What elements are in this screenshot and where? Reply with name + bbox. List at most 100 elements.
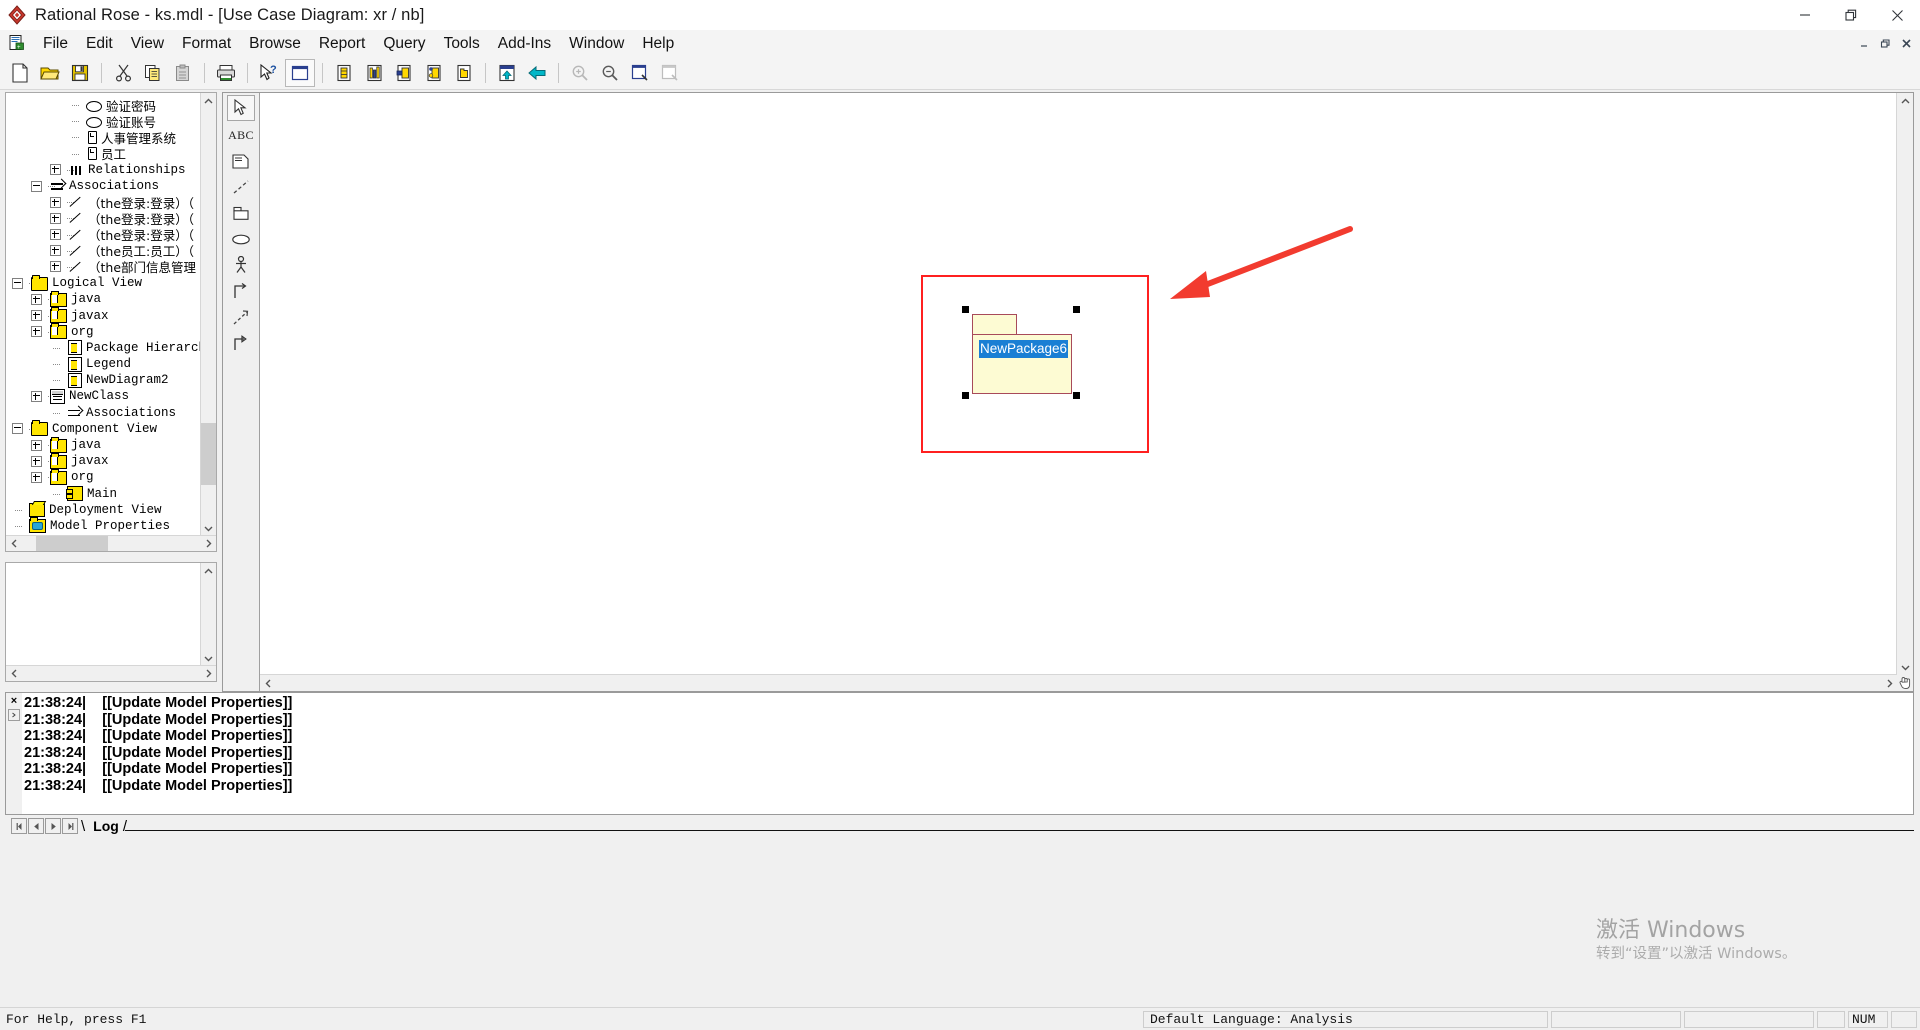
selection-handle-bottom-left[interactable] [962, 392, 969, 399]
selection-handle-top-right[interactable] [1073, 306, 1080, 313]
tree-expand-toggle[interactable] [50, 164, 61, 176]
doc-horizontal-scrollbar[interactable] [6, 665, 216, 681]
tree-item[interactable]: org [6, 323, 202, 340]
model-icon[interactable]: + [8, 34, 28, 54]
chevron-up-icon[interactable] [201, 93, 216, 109]
menu-item-browse[interactable]: Browse [240, 33, 310, 55]
canvas-horizontal-scrollbar[interactable] [260, 674, 1897, 691]
tree-item[interactable]: Component View [6, 420, 202, 437]
tree-expand-toggle[interactable] [31, 439, 42, 451]
tree-expand-toggle[interactable] [31, 471, 42, 483]
tree-item[interactable]: 验证账号 [6, 113, 202, 130]
undo-fit-icon[interactable] [656, 60, 684, 86]
tree-item[interactable]: Associations [6, 405, 202, 421]
chevron-right-icon[interactable] [1881, 675, 1897, 691]
tree-expand-toggle[interactable] [31, 310, 42, 322]
package-tool[interactable] [228, 201, 254, 225]
chevron-down-icon[interactable] [201, 650, 216, 666]
usecase-tool[interactable] [228, 227, 254, 251]
tree-expand-toggle[interactable] [50, 196, 61, 208]
package-name-edit-field[interactable]: NewPackage6 [979, 340, 1069, 358]
first-record-button[interactable] [11, 818, 27, 834]
tree-item[interactable]: （the登录:登录）（ [6, 194, 202, 211]
mdi-close-button[interactable] [1896, 33, 1916, 53]
last-record-button[interactable] [62, 818, 78, 834]
menu-item-file[interactable]: File [34, 33, 77, 55]
tree-collapse-toggle[interactable] [12, 423, 23, 435]
browser-hscroll-thumb[interactable] [36, 536, 108, 551]
tree-item[interactable]: Main [6, 486, 202, 502]
back-arrow-icon[interactable] [523, 60, 551, 86]
tree-expand-toggle[interactable] [50, 229, 61, 241]
copy-icon[interactable] [139, 60, 167, 86]
browse-parent-icon[interactable] [493, 60, 521, 86]
zoom-out-icon[interactable] [596, 60, 624, 86]
tree-expand-toggle[interactable] [50, 261, 61, 273]
save-model-icon[interactable] [66, 60, 94, 86]
close-button[interactable] [1874, 0, 1920, 30]
tree-item[interactable]: Deployment View [6, 502, 202, 518]
menu-item-format[interactable]: Format [173, 33, 240, 55]
tree-item[interactable]: （the登录:登录）（ [6, 210, 202, 227]
chevron-down-icon[interactable] [201, 520, 216, 536]
mdi-minimize-button[interactable] [1854, 33, 1874, 53]
tree-item[interactable]: （the部门信息管理 [6, 259, 202, 275]
tree-item[interactable]: NewDiagram2 [6, 372, 202, 388]
chevron-right-icon[interactable] [200, 536, 216, 551]
generalization-tool[interactable] [228, 331, 254, 355]
fit-in-window-icon[interactable] [626, 60, 654, 86]
tree-item[interactable]: javax [6, 452, 202, 469]
tree-expand-toggle[interactable] [31, 293, 42, 305]
next-record-button[interactable] [45, 818, 61, 834]
menu-item-query[interactable]: Query [374, 33, 434, 55]
menu-item-tools[interactable]: Tools [435, 33, 489, 55]
chevron-left-icon[interactable] [6, 536, 22, 551]
documentation-pane[interactable] [5, 562, 217, 682]
tree-item[interactable]: Relationships [6, 162, 202, 178]
expand-icon[interactable] [8, 709, 20, 721]
diagram-toolbar-icon[interactable] [360, 60, 388, 86]
tree-item[interactable]: Model Properties [6, 517, 202, 534]
tree-item[interactable]: （the登录:登录）（ [6, 227, 202, 243]
mdi-restore-button[interactable] [1875, 33, 1895, 53]
zoom-in-icon[interactable] [566, 60, 594, 86]
tree-item[interactable]: java [6, 290, 202, 307]
canvas-vertical-scrollbar[interactable] [1896, 93, 1913, 675]
tree-item[interactable]: Logical View [6, 274, 202, 291]
tree-item[interactable]: Associations [6, 178, 202, 194]
tree-item[interactable]: javax [6, 307, 202, 324]
chevron-down-icon[interactable] [1897, 659, 1913, 675]
context-help-icon[interactable]: ? [255, 60, 283, 86]
tree-item[interactable]: 员工 [6, 146, 202, 162]
tree-expand-toggle[interactable] [31, 390, 42, 402]
actor-tool[interactable] [228, 253, 254, 277]
tree-item[interactable]: 人事管理系统 [6, 129, 202, 146]
paste-icon[interactable] [169, 60, 197, 86]
anchor-note-tool[interactable] [228, 175, 254, 199]
tree-expand-toggle[interactable] [50, 212, 61, 224]
dependency-tool[interactable] [228, 305, 254, 329]
tab-log[interactable]: Log [89, 818, 123, 834]
units-icon[interactable] [420, 60, 448, 86]
tree-item[interactable]: Legend [6, 356, 202, 372]
prev-record-button[interactable] [28, 818, 44, 834]
selection-handle-bottom-right[interactable] [1073, 392, 1080, 399]
tree-expand-toggle[interactable] [31, 326, 42, 338]
tree-item[interactable]: org [6, 468, 202, 485]
doc-vertical-scrollbar[interactable] [200, 563, 216, 666]
menu-item-help[interactable]: Help [633, 33, 683, 55]
chevron-up-icon[interactable] [1897, 93, 1913, 109]
menu-item-view[interactable]: View [122, 33, 173, 55]
canvas-resize-grip[interactable] [1897, 675, 1913, 691]
browser-scroll-thumb[interactable] [201, 423, 216, 485]
menu-item-edit[interactable]: Edit [77, 33, 122, 55]
text-tool[interactable]: ABC [228, 123, 254, 147]
menu-item-window[interactable]: Window [560, 33, 633, 55]
open-model-icon[interactable] [36, 60, 64, 86]
minimize-button[interactable] [1782, 0, 1828, 30]
model-tree[interactable]: 验证密码 验证账号 人事管理系统 员工 Relationships Association… [6, 97, 214, 534]
chevron-right-icon[interactable] [200, 666, 216, 681]
note-tool[interactable] [228, 149, 254, 173]
diagram-canvas[interactable]: NewPackage6 [260, 93, 1897, 675]
cut-icon[interactable] [109, 60, 137, 86]
